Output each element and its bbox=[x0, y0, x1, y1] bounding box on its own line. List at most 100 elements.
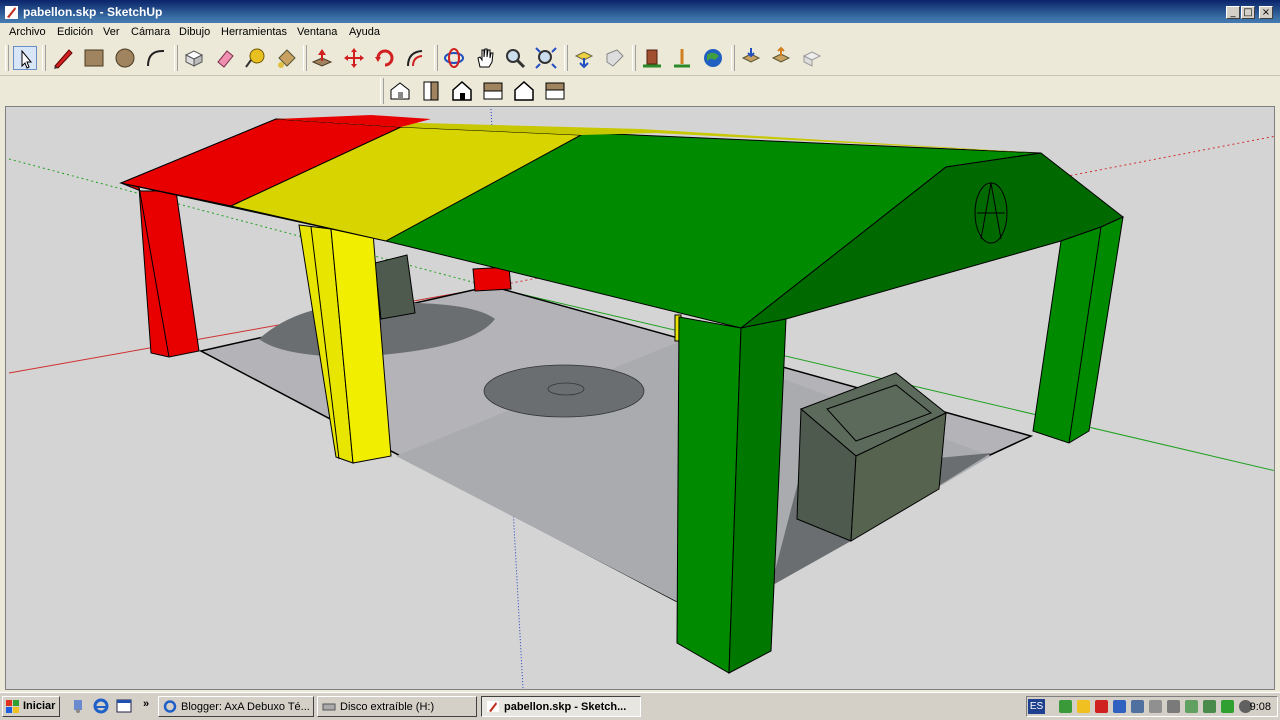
minimize-button[interactable]: _ bbox=[1226, 6, 1240, 19]
push-pull-button[interactable] bbox=[310, 46, 334, 70]
close-button[interactable]: × bbox=[1259, 6, 1273, 19]
system-clock[interactable]: 9:08 bbox=[1250, 701, 1271, 713]
move-tool-button[interactable] bbox=[342, 46, 366, 70]
get-current-view-button[interactable] bbox=[670, 46, 694, 70]
views-toolbar bbox=[0, 76, 1280, 106]
push-pull-icon bbox=[311, 49, 333, 67]
toolbar-grip[interactable] bbox=[5, 45, 9, 71]
right-view-button[interactable] bbox=[481, 79, 505, 103]
google-earth-button[interactable] bbox=[701, 46, 725, 70]
menu-herramientas[interactable]: Herramientas bbox=[221, 26, 287, 38]
antivirus-tray-icon[interactable] bbox=[1203, 700, 1216, 713]
arc-tool-button[interactable] bbox=[144, 46, 168, 70]
update-tray-icon[interactable] bbox=[1185, 700, 1198, 713]
rotate-icon bbox=[375, 49, 394, 67]
system-tray: ES 9:08 bbox=[1026, 696, 1278, 717]
task-blogger[interactable]: Blogger: AxA Debuxo Té... bbox=[158, 696, 314, 717]
internet-explorer-icon bbox=[163, 700, 177, 713]
toolbar-separator bbox=[303, 45, 307, 71]
menu-camara[interactable]: Cámara bbox=[131, 26, 170, 38]
offset-icon bbox=[407, 50, 423, 67]
toolbar-grip[interactable] bbox=[380, 78, 384, 104]
menu-edicion[interactable]: Edición bbox=[57, 26, 93, 38]
share-model-icon bbox=[606, 49, 624, 67]
select-icon bbox=[21, 49, 33, 69]
paint-bucket-icon bbox=[278, 49, 296, 68]
tape-measure-icon bbox=[245, 48, 265, 68]
left-view-icon bbox=[545, 82, 565, 100]
select-tool-button[interactable] bbox=[13, 46, 37, 70]
tools-tray-icon[interactable] bbox=[1149, 700, 1162, 713]
task-label: Blogger: AxA Debuxo Té... bbox=[181, 701, 310, 713]
right-view-icon bbox=[483, 82, 503, 100]
acrobat-tray-icon[interactable] bbox=[1095, 700, 1108, 713]
make-component-button[interactable] bbox=[182, 46, 206, 70]
toolbar-separator bbox=[42, 45, 46, 71]
get-current-view-icon bbox=[674, 49, 690, 68]
rectangle-icon bbox=[84, 49, 104, 67]
import-icon bbox=[741, 48, 761, 63]
menu-bar: Archivo Edición Ver Cámara Dibujo Herram… bbox=[0, 23, 1280, 42]
zoom-extents-button[interactable] bbox=[534, 46, 558, 70]
rotate-tool-button[interactable] bbox=[373, 46, 397, 70]
monitor-tray-icon[interactable] bbox=[1131, 700, 1144, 713]
sketchup-app-icon bbox=[487, 701, 499, 712]
export-button[interactable] bbox=[769, 46, 793, 70]
windows-flag-icon bbox=[6, 700, 19, 713]
removable-disk-icon bbox=[322, 703, 336, 711]
menu-archivo[interactable]: Archivo bbox=[9, 26, 46, 38]
tape-measure-button[interactable] bbox=[243, 46, 267, 70]
google-earth-icon bbox=[704, 49, 722, 67]
show-desktop-icon[interactable] bbox=[116, 698, 132, 714]
scene-canvas[interactable] bbox=[6, 107, 1275, 690]
import-button[interactable] bbox=[739, 46, 763, 70]
pencil-tool-button[interactable] bbox=[51, 46, 75, 70]
pan-tool-button[interactable] bbox=[473, 46, 497, 70]
desktop-quicklaunch-icon[interactable] bbox=[70, 698, 86, 714]
menu-dibujo[interactable]: Dibujo bbox=[179, 26, 210, 38]
eraser-icon bbox=[217, 50, 234, 68]
start-button[interactable]: Iniciar bbox=[2, 696, 60, 717]
modeling-viewport[interactable] bbox=[5, 106, 1275, 690]
toolbar-separator bbox=[731, 45, 735, 71]
security-shield-icon[interactable] bbox=[1077, 700, 1090, 713]
toolbar-separator bbox=[564, 45, 568, 71]
get-models-button[interactable] bbox=[572, 46, 596, 70]
eraser-tool-button[interactable] bbox=[213, 46, 237, 70]
share-model-button[interactable] bbox=[603, 46, 627, 70]
zoom-tool-button[interactable] bbox=[503, 46, 527, 70]
task-removable-disk[interactable]: Disco extraíble (H:) bbox=[317, 696, 477, 717]
circle-tool-button[interactable] bbox=[113, 46, 137, 70]
maximize-button[interactable]: □ bbox=[1241, 6, 1255, 19]
iso-view-button[interactable] bbox=[388, 79, 412, 103]
language-indicator[interactable]: ES bbox=[1028, 699, 1045, 714]
orbit-tool-button[interactable] bbox=[442, 46, 466, 70]
place-model-button[interactable] bbox=[640, 46, 664, 70]
left-view-button[interactable] bbox=[543, 79, 567, 103]
display-tray-icon[interactable] bbox=[1113, 700, 1126, 713]
offset-tool-button[interactable] bbox=[404, 46, 428, 70]
toolbar-separator bbox=[632, 45, 636, 71]
task-sketchup[interactable]: pabellon.skp - Sketch... bbox=[481, 696, 641, 717]
network-tray-icon[interactable] bbox=[1059, 700, 1072, 713]
menu-ver[interactable]: Ver bbox=[103, 26, 120, 38]
share-component-button[interactable] bbox=[800, 46, 824, 70]
usb-tray-icon[interactable] bbox=[1167, 700, 1180, 713]
paint-bucket-button[interactable] bbox=[274, 46, 298, 70]
back-view-icon bbox=[514, 80, 534, 101]
zoom-icon bbox=[506, 49, 526, 69]
quicklaunch-overflow-chevron-icon[interactable]: » bbox=[143, 698, 149, 710]
sync-tray-icon[interactable] bbox=[1221, 700, 1234, 713]
top-view-button[interactable] bbox=[419, 79, 443, 103]
zoom-extents-icon bbox=[535, 47, 557, 69]
internet-explorer-icon[interactable] bbox=[93, 698, 109, 714]
arc-icon bbox=[147, 49, 165, 67]
menu-ventana[interactable]: Ventana bbox=[297, 26, 337, 38]
menu-ayuda[interactable]: Ayuda bbox=[349, 26, 380, 38]
start-label: Iniciar bbox=[23, 700, 56, 712]
back-view-button[interactable] bbox=[512, 79, 536, 103]
front-view-button[interactable] bbox=[450, 79, 474, 103]
rectangle-tool-button[interactable] bbox=[82, 46, 106, 70]
top-view-icon bbox=[423, 81, 439, 101]
task-label: pabellon.skp - Sketch... bbox=[504, 701, 627, 713]
